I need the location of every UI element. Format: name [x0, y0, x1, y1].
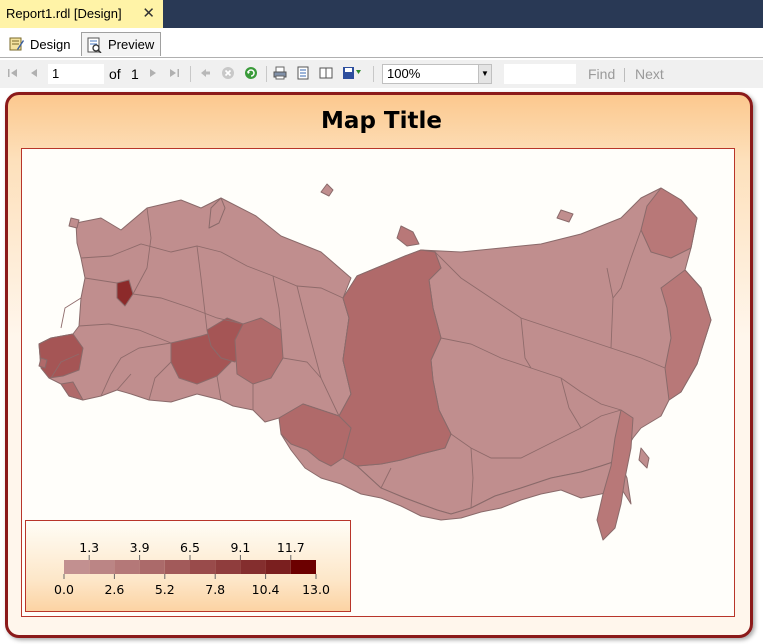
print-layout-icon[interactable] — [296, 66, 310, 80]
legend-swatch — [164, 560, 190, 574]
map-island-taymyr — [396, 225, 420, 247]
legend-swatch — [290, 560, 316, 574]
legend-bottom-label: 7.8 — [205, 582, 225, 597]
map-region-south-west — [38, 333, 84, 379]
page-setup-icon[interactable] — [319, 66, 333, 80]
legend-top-label: 9.1 — [230, 540, 250, 555]
close-tab-icon[interactable]: ✕ — [142, 5, 155, 21]
legend-bottom-label: 2.6 — [104, 582, 124, 597]
tab-design[interactable]: Design — [4, 32, 76, 56]
first-page-icon[interactable] — [6, 66, 20, 80]
legend-swatch — [114, 560, 140, 574]
legend-swatch — [139, 560, 165, 574]
legend-top-label: 11.7 — [277, 540, 305, 555]
view-tab-bar: Design Preview — [0, 28, 763, 58]
last-page-icon[interactable] — [167, 66, 181, 80]
design-icon — [9, 37, 24, 51]
zoom-select[interactable]: 100% ▼ — [382, 64, 492, 84]
legend-swatch — [265, 560, 291, 574]
next-button[interactable]: Next — [635, 66, 664, 82]
tab-preview[interactable]: Preview — [81, 32, 162, 56]
legend-top-label: 1.3 — [79, 540, 99, 555]
toolbar-separator — [190, 66, 191, 82]
find-button[interactable]: Find — [588, 66, 615, 82]
print-icon[interactable] — [273, 66, 287, 80]
tab-preview-label: Preview — [108, 37, 155, 52]
legend-swatch — [215, 560, 241, 574]
legend-swatches — [64, 560, 316, 574]
of-label: of — [109, 66, 121, 82]
chevron-down-icon[interactable]: ▼ — [478, 65, 491, 83]
current-page-input[interactable]: 1 — [48, 64, 104, 84]
find-input[interactable] — [504, 64, 576, 84]
map-island-kurils — [638, 447, 650, 469]
toolbar-separator — [266, 66, 267, 82]
legend-bottom-label: 0.0 — [54, 582, 74, 597]
map-island-arctic-2 — [556, 209, 574, 223]
refresh-icon[interactable] — [244, 66, 258, 80]
map-island-arctic-1 — [320, 183, 334, 197]
find-separator — [624, 68, 625, 82]
legend-bottom-label: 13.0 — [302, 582, 330, 597]
legend-top-label: 3.9 — [130, 540, 150, 555]
legend-top-label: 6.5 — [180, 540, 200, 555]
legend-bottom-label: 10.4 — [252, 582, 280, 597]
previous-page-icon[interactable] — [27, 66, 41, 80]
legend-swatch — [89, 560, 115, 574]
legend-scale: 1.3 3.9 6.5 9.1 11.7 0.0 2.6 5.2 7.8 10.… — [54, 540, 330, 597]
tab-design-label: Design — [30, 36, 71, 52]
map-island-kaliningrad — [38, 357, 48, 369]
zoom-value: 100% — [387, 66, 421, 81]
map-title: Map Title — [321, 108, 442, 134]
total-pages: 1 — [131, 66, 139, 82]
document-tab[interactable]: Report1.rdl [Design] ✕ — [0, 0, 163, 28]
export-icon[interactable] — [342, 66, 362, 80]
stop-icon[interactable] — [221, 66, 235, 80]
legend-bottom-label: 5.2 — [155, 582, 175, 597]
preview-icon — [87, 37, 102, 53]
map-island-arctic-3 — [68, 217, 80, 229]
legend-swatch — [190, 560, 216, 574]
title-bar: Report1.rdl [Design] ✕ — [0, 0, 763, 28]
legend-swatch — [240, 560, 266, 574]
toolbar-separator — [373, 66, 374, 82]
legend-swatch — [64, 560, 90, 574]
back-icon[interactable] — [198, 66, 212, 80]
next-page-icon[interactable] — [146, 66, 160, 80]
map-legend: 1.3 3.9 6.5 9.1 11.7 0.0 2.6 5.2 7.8 10.… — [25, 520, 351, 612]
document-tab-label: Report1.rdl [Design] — [6, 5, 122, 21]
